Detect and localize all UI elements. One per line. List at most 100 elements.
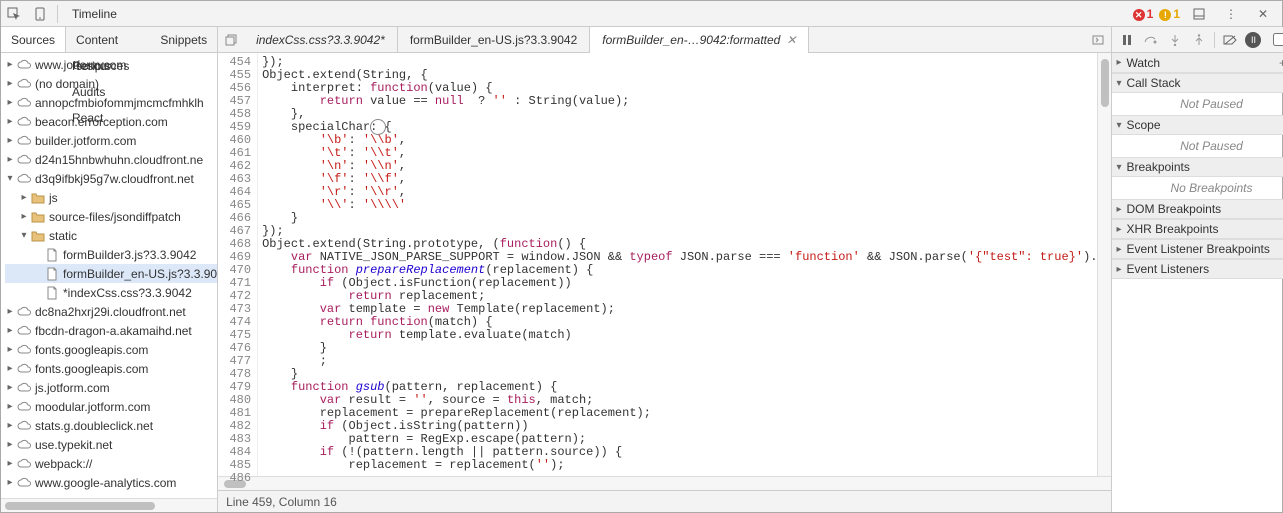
expand-arrow-icon[interactable]: ▸: [1116, 264, 1126, 275]
close-devtools-icon[interactable]: ✕: [1250, 1, 1276, 27]
close-tab-icon[interactable]: ✕: [786, 33, 796, 47]
tree-item[interactable]: ▸dc8na2hxrj29i.cloudfront.net: [5, 302, 217, 321]
expand-arrow-icon[interactable]: ▸: [5, 363, 15, 374]
tree-item[interactable]: ▸builder.jotform.com: [5, 131, 217, 150]
expand-arrow-icon[interactable]: ▾: [1116, 78, 1126, 89]
expand-arrow-icon[interactable]: ▸: [5, 154, 15, 165]
file-tab[interactable]: formBuilder_en-US.js?3.3.9042: [398, 27, 590, 53]
section-call-stack[interactable]: ▾Call Stack: [1112, 73, 1283, 93]
expand-arrow-icon[interactable]: ▾: [1116, 162, 1126, 173]
pause-on-exceptions-icon[interactable]: II: [1245, 32, 1261, 48]
line-number[interactable]: 486: [218, 472, 251, 485]
code-editor[interactable]: 4544554564574584594604614624634644654664…: [218, 53, 1111, 476]
expand-arrow-icon[interactable]: ▸: [5, 306, 15, 317]
expand-arrow-icon[interactable]: ▸: [5, 78, 15, 89]
expand-arrow-icon[interactable]: ▾: [5, 173, 15, 184]
expand-arrow-icon[interactable]: ▸: [5, 135, 15, 146]
expand-arrow-icon[interactable]: ▸: [5, 401, 15, 412]
expand-arrow-icon[interactable]: ▸: [5, 458, 15, 469]
expand-arrow-icon[interactable]: ▸: [5, 116, 15, 127]
expand-arrow-icon[interactable]: ▸: [5, 382, 15, 393]
expand-arrow-icon[interactable]: ▸: [1116, 204, 1126, 215]
section-scope[interactable]: ▾Scope: [1112, 115, 1283, 135]
tree-item[interactable]: ▸fonts.googleapis.com: [5, 359, 217, 378]
section-watch[interactable]: ▸Watch+↻: [1112, 53, 1283, 73]
add-icon[interactable]: +: [1274, 56, 1283, 70]
tree-item[interactable]: ▾static: [5, 226, 217, 245]
async-checkbox[interactable]: As: [1273, 33, 1283, 47]
section-event-listeners[interactable]: ▸Event Listeners↻: [1112, 259, 1283, 279]
deactivate-breakpoints-icon[interactable]: [1221, 31, 1239, 49]
expand-arrow-icon[interactable]: ▸: [5, 325, 15, 336]
code-line[interactable]: }: [262, 212, 1097, 225]
tree-item[interactable]: ▸beacon.errorception.com: [5, 112, 217, 131]
drawer-toggle-icon[interactable]: [1186, 1, 1212, 27]
section-breakpoints[interactable]: ▾Breakpoints: [1112, 157, 1283, 177]
tree-item[interactable]: ▸d24n15hnbwhuhn.cloudfront.ne: [5, 150, 217, 169]
tree-item[interactable]: ▸annopcfmbiofommjmcmcfmhklh: [5, 93, 217, 112]
horizontal-scrollbar[interactable]: [1, 498, 217, 512]
section-dom-breakpoints[interactable]: ▸DOM Breakpoints: [1112, 199, 1283, 219]
warning-count-badge[interactable]: !1: [1159, 7, 1180, 21]
section-event-listener-breakpoints[interactable]: ▸Event Listener Breakpoints: [1112, 239, 1283, 259]
tree-item[interactable]: ▸moodular.jotform.com: [5, 397, 217, 416]
tree-item[interactable]: ▸www.jotform.com: [5, 55, 217, 74]
tabs-overflow-icon[interactable]: [1085, 34, 1111, 46]
tree-item[interactable]: ▸stats.g.doubleclick.net: [5, 416, 217, 435]
expand-arrow-icon[interactable]: ▸: [5, 344, 15, 355]
tree-item[interactable]: ▸fonts.googleapis.com: [5, 340, 217, 359]
file-tab[interactable]: formBuilder_en-…9042:formatted✕: [590, 27, 809, 53]
expand-arrow-icon[interactable]: ▸: [19, 211, 29, 222]
scrollbar-thumb[interactable]: [1101, 59, 1109, 107]
tree-item[interactable]: ▸www.google-analytics.com: [5, 473, 217, 492]
inspect-element-icon[interactable]: [1, 1, 27, 27]
tree-item[interactable]: ▸use.typekit.net: [5, 435, 217, 454]
main-tab-timeline[interactable]: Timeline: [62, 1, 139, 27]
tree-item[interactable]: ▸webpack://: [5, 454, 217, 473]
line-gutter[interactable]: 4544554564574584594604614624634644654664…: [218, 53, 258, 476]
file-tab[interactable]: indexCss.css?3.3.9042*: [244, 27, 398, 53]
code-line[interactable]: return value == null ? '' : String(value…: [262, 95, 1097, 108]
expand-arrow-icon[interactable]: ▸: [5, 439, 15, 450]
file-tree[interactable]: ▸www.jotform.com▸(no domain)▸annopcfmbio…: [1, 53, 217, 498]
expand-arrow-icon[interactable]: ▸: [5, 97, 15, 108]
device-mode-icon[interactable]: [27, 1, 53, 27]
tree-item[interactable]: ▾d3q9ifbkj95g7w.cloudfront.net: [5, 169, 217, 188]
error-count-badge[interactable]: ✕1: [1133, 7, 1154, 21]
editor-bottom-scrollbar[interactable]: [218, 476, 1111, 490]
code-line[interactable]: replacement = replacement('');: [262, 459, 1097, 472]
settings-menu-icon[interactable]: ⋮: [1218, 1, 1244, 27]
tree-item[interactable]: ▸source-files/jsondiffpatch: [5, 207, 217, 226]
tree-item[interactable]: ▸js: [5, 188, 217, 207]
step-out-icon[interactable]: [1190, 31, 1208, 49]
code-line[interactable]: '\\': '\\\\': [262, 199, 1097, 212]
section-xhr-breakpoints[interactable]: ▸XHR Breakpoints+: [1112, 219, 1283, 239]
navigator-tab-sources[interactable]: Sources: [1, 27, 66, 52]
tree-item[interactable]: ▸fbcdn-dragon-a.akamaihd.net: [5, 321, 217, 340]
expand-arrow-icon[interactable]: ▸: [5, 59, 15, 70]
vertical-scrollbar[interactable]: [1097, 53, 1111, 476]
expand-arrow-icon[interactable]: ▸: [5, 420, 15, 431]
step-over-icon[interactable]: [1142, 31, 1160, 49]
expand-arrow-icon[interactable]: ▸: [1116, 57, 1126, 68]
code-area[interactable]: });Object.extend(String, { interpret: fu…: [258, 53, 1097, 476]
expand-arrow-icon[interactable]: ▾: [19, 230, 29, 241]
code-line[interactable]: ;: [262, 355, 1097, 368]
expand-arrow-icon[interactable]: ▸: [1116, 244, 1126, 255]
tabs-history-icon[interactable]: [218, 34, 244, 46]
scrollbar-thumb[interactable]: [5, 502, 155, 510]
code-line[interactable]: return template.evaluate(match): [262, 329, 1097, 342]
tree-item[interactable]: ▸formBuilder_en-US.js?3.3.90: [5, 264, 217, 283]
navigator-tab-content-scripts[interactable]: Content scripts: [66, 27, 150, 52]
expand-arrow-icon[interactable]: ▸: [19, 192, 29, 203]
expand-arrow-icon[interactable]: ▾: [1116, 120, 1126, 131]
tree-item[interactable]: ▸(no domain): [5, 74, 217, 93]
navigator-tab-snippets[interactable]: Snippets: [150, 27, 217, 52]
expand-arrow-icon[interactable]: ▸: [1116, 224, 1126, 235]
expand-arrow-icon[interactable]: ▸: [5, 477, 15, 488]
step-into-icon[interactable]: [1166, 31, 1184, 49]
tree-item[interactable]: ▸*indexCss.css?3.3.9042: [5, 283, 217, 302]
code-line[interactable]: }: [262, 342, 1097, 355]
tree-item[interactable]: ▸formBuilder3.js?3.3.9042: [5, 245, 217, 264]
tree-item[interactable]: ▸js.jotform.com: [5, 378, 217, 397]
